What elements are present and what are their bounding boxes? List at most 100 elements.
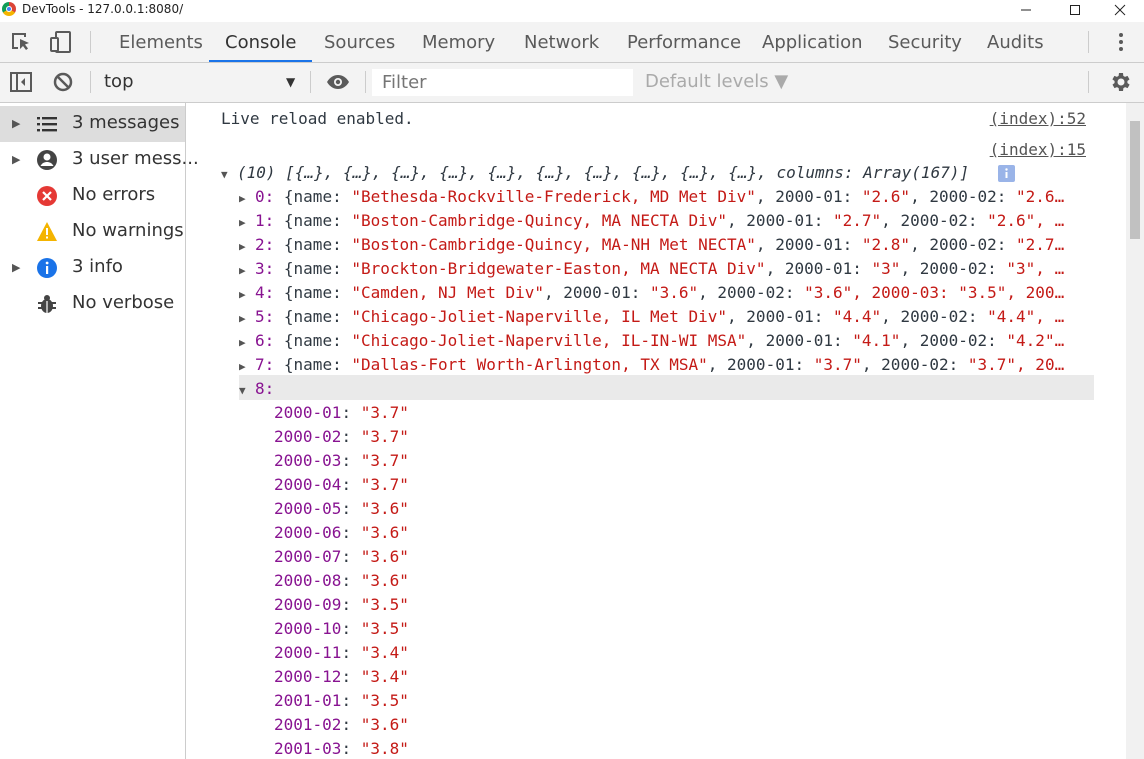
array-row[interactable]: ▶ 6: {name: "Chicago-Joliet-Naperville, I… bbox=[239, 331, 1064, 350]
close-button[interactable] bbox=[1100, 0, 1140, 20]
log-levels-dropdown[interactable]: Default levels ▼ bbox=[645, 71, 788, 92]
clear-console-icon[interactable] bbox=[51, 70, 75, 94]
property-entry: 2001-02: "3.6" bbox=[274, 715, 409, 734]
window-title: DevTools - 127.0.0.1:8080/ bbox=[22, 2, 184, 16]
sidebar-item-label: 3 messages bbox=[72, 112, 180, 133]
sidebar-item-messages[interactable]: ▶ 3 messages bbox=[0, 106, 185, 142]
property-entry: 2001-01: "3.5" bbox=[274, 691, 409, 710]
eye-icon[interactable] bbox=[326, 70, 350, 94]
sidebar-item-label: No errors bbox=[72, 184, 156, 205]
property-entry: 2000-07: "3.6" bbox=[274, 547, 409, 566]
chrome-logo-icon bbox=[2, 2, 16, 16]
expand-triangle-icon[interactable]: ▶ bbox=[239, 216, 255, 229]
tab-application[interactable]: Application bbox=[760, 22, 865, 62]
sidebar-item-label: 3 info bbox=[72, 256, 123, 277]
expanded-row-highlight bbox=[239, 375, 1094, 400]
property-entry: 2000-03: "3.7" bbox=[274, 451, 409, 470]
source-link[interactable]: (index):52 bbox=[990, 109, 1086, 128]
window-titlebar: DevTools - 127.0.0.1:8080/ bbox=[0, 0, 1144, 20]
expand-triangle-icon[interactable]: ▶ bbox=[12, 117, 20, 130]
property-entry: 2000-12: "3.4" bbox=[274, 667, 409, 686]
more-options-icon[interactable] bbox=[1109, 30, 1133, 54]
expand-triangle-icon[interactable]: ▶ bbox=[239, 264, 255, 277]
toolbar-divider bbox=[365, 71, 366, 93]
array-row[interactable]: ▶ 7: {name: "Dallas-Fort Worth-Arlington,… bbox=[239, 355, 1064, 374]
property-entry: 2000-02: "3.7" bbox=[274, 427, 409, 446]
minimize-button[interactable] bbox=[1006, 0, 1046, 20]
sidebar-item-label: 3 user mess... bbox=[72, 148, 199, 169]
info-icon bbox=[36, 257, 58, 279]
log-message: Live reload enabled. bbox=[221, 109, 414, 128]
property-entry: 2000-01: "3.7" bbox=[274, 403, 409, 422]
expanded-row-header[interactable]: ▼ 8: bbox=[239, 379, 274, 398]
sidebar-item-warnings[interactable]: No warnings bbox=[0, 214, 185, 250]
property-entry: 2000-10: "3.5" bbox=[274, 619, 409, 638]
array-row[interactable]: ▶ 3: {name: "Brockton-Bridgewater-Easton,… bbox=[239, 259, 1064, 278]
property-entry: 2000-09: "3.5" bbox=[274, 595, 409, 614]
tab-elements[interactable]: Elements bbox=[117, 22, 205, 62]
error-icon bbox=[36, 185, 58, 207]
tab-performance[interactable]: Performance bbox=[625, 22, 743, 62]
tab-audits[interactable]: Audits bbox=[985, 22, 1046, 62]
bug-icon bbox=[36, 293, 58, 315]
console-output: Live reload enabled. (index):52 (index):… bbox=[186, 103, 1126, 759]
sidebar-item-errors[interactable]: No errors bbox=[0, 178, 185, 214]
list-icon bbox=[36, 113, 58, 135]
expand-triangle-icon[interactable]: ▶ bbox=[239, 240, 255, 253]
scrollbar-thumb[interactable] bbox=[1130, 121, 1140, 239]
maximize-button[interactable] bbox=[1055, 0, 1095, 20]
sidebar-item-label: No warnings bbox=[72, 220, 184, 241]
minimize-icon bbox=[1021, 9, 1031, 11]
property-entry: 2000-06: "3.6" bbox=[274, 523, 409, 542]
user-icon bbox=[36, 149, 58, 171]
toggle-sidebar-icon[interactable] bbox=[9, 70, 33, 94]
property-entry: 2000-05: "3.6" bbox=[274, 499, 409, 518]
vertical-scrollbar[interactable] bbox=[1126, 103, 1144, 759]
array-row[interactable]: ▶ 0: {name: "Bethesda-Rockville-Frederick… bbox=[239, 187, 1064, 206]
array-summary[interactable]: ▼ (10) [{…}, {…}, {…}, {…}, {…}, {…}, {…}… bbox=[221, 163, 969, 182]
context-selector[interactable]: top bbox=[104, 71, 134, 92]
array-row[interactable]: ▶ 5: {name: "Chicago-Joliet-Naperville, I… bbox=[239, 307, 1064, 326]
array-row[interactable]: ▶ 1: {name: "Boston-Cambridge-Quincy, MA … bbox=[239, 211, 1064, 230]
toolbar-divider bbox=[310, 71, 311, 93]
tab-console[interactable]: Console bbox=[208, 22, 314, 62]
warning-icon bbox=[36, 221, 58, 243]
info-badge-icon[interactable] bbox=[998, 165, 1015, 186]
devtools-tabbar: Elements Console Sources Memory Network … bbox=[0, 22, 1144, 63]
gear-icon[interactable] bbox=[1108, 70, 1132, 94]
property-entry: 2000-04: "3.7" bbox=[274, 475, 409, 494]
tab-network[interactable]: Network bbox=[522, 22, 601, 62]
sidebar-item-verbose[interactable]: No verbose bbox=[0, 286, 185, 322]
expand-triangle-icon[interactable]: ▶ bbox=[239, 336, 255, 349]
filter-input[interactable]: Filter bbox=[372, 69, 633, 96]
tab-memory[interactable]: Memory bbox=[420, 22, 497, 62]
property-entry: 2000-08: "3.6" bbox=[274, 571, 409, 590]
collapse-triangle-icon[interactable]: ▼ bbox=[221, 168, 237, 181]
tab-sources[interactable]: Sources bbox=[322, 22, 397, 62]
sidebar-item-user-messages[interactable]: ▶ 3 user mess... bbox=[0, 142, 199, 178]
expand-triangle-icon[interactable]: ▶ bbox=[239, 312, 255, 325]
expand-triangle-icon[interactable]: ▶ bbox=[12, 261, 20, 274]
console-sidebar: ▶ 3 messages ▶ 3 user mess... No errors … bbox=[0, 103, 199, 759]
sidebar-item-label: No verbose bbox=[72, 292, 175, 313]
array-row[interactable]: ▶ 4: {name: "Camden, NJ Met Div", 2000-01… bbox=[239, 283, 1064, 302]
toolbar-divider bbox=[1088, 71, 1089, 93]
console-toolbar: top ▼ Filter Default levels ▼ bbox=[0, 63, 1144, 103]
expand-triangle-icon[interactable]: ▶ bbox=[12, 153, 20, 166]
close-icon bbox=[1114, 4, 1126, 16]
tab-security[interactable]: Security bbox=[886, 22, 964, 62]
collapse-triangle-icon[interactable]: ▼ bbox=[239, 384, 255, 397]
property-entry: 2001-03: "3.8" bbox=[274, 739, 409, 758]
expand-triangle-icon[interactable]: ▶ bbox=[239, 288, 255, 301]
array-row[interactable]: ▶ 2: {name: "Boston-Cambridge-Quincy, MA-… bbox=[239, 235, 1064, 254]
expand-triangle-icon[interactable]: ▶ bbox=[239, 192, 255, 205]
property-entry: 2000-11: "3.4" bbox=[274, 643, 409, 662]
sidebar-item-info[interactable]: ▶ 3 info bbox=[0, 250, 185, 286]
device-toolbar-icon[interactable] bbox=[49, 30, 73, 54]
maximize-icon bbox=[1070, 5, 1080, 15]
chevron-down-icon[interactable]: ▼ bbox=[286, 75, 295, 89]
toolbar-divider bbox=[1088, 31, 1089, 53]
inspect-element-icon[interactable] bbox=[9, 30, 33, 54]
expand-triangle-icon[interactable]: ▶ bbox=[239, 360, 255, 373]
source-link[interactable]: (index):15 bbox=[990, 140, 1086, 159]
